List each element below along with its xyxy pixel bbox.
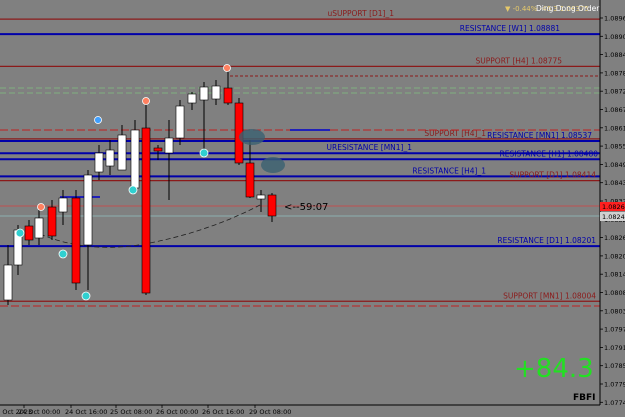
price-tick-label: 1.08610 bbox=[604, 124, 625, 132]
price-tick-label: 1.08085 bbox=[604, 289, 625, 297]
time-axis: 23 Oct 202324 Oct 00:0024 Oct 16:0025 Oc… bbox=[0, 404, 600, 416]
bull-candle bbox=[94, 152, 104, 173]
price-tick-label: 1.08030 bbox=[604, 307, 625, 315]
bear-candle bbox=[223, 87, 233, 104]
price-tick-label: 1.07855 bbox=[604, 362, 625, 370]
indicator-title: Ding Dong Order bbox=[536, 4, 600, 13]
bull-candle bbox=[187, 93, 197, 104]
price-tick-label: 1.08145 bbox=[604, 271, 625, 279]
level-label: RESISTANCE [W1] 1.08881 bbox=[460, 24, 560, 33]
price-tick-label: 1.08550 bbox=[604, 143, 625, 151]
price-tick-label: 1.07910 bbox=[604, 344, 625, 352]
price-axis: 1.08960 1.08900 1.08845 1.08785 1.08725 1.086… bbox=[599, 0, 625, 417]
bull-candle bbox=[164, 137, 174, 154]
price-tick-label: 1.08725 bbox=[604, 88, 625, 96]
bear-candle bbox=[71, 197, 81, 284]
level-label: RESISTANCE [H1] 1.08480 bbox=[500, 149, 599, 158]
level-label: SUPPORT [MN1] 1.08004 bbox=[503, 291, 596, 300]
level-label: SUPPORT [H4] 1.08775 bbox=[476, 56, 563, 65]
shadow-blob bbox=[261, 157, 285, 173]
price-tick-label: 1.07970 bbox=[604, 326, 625, 334]
price-tick-label: 1.08900 bbox=[604, 33, 625, 41]
signal-marker bbox=[81, 291, 91, 301]
bull-candle bbox=[3, 264, 13, 301]
level-label: RESISTANCE [D1] 1.08201 bbox=[497, 236, 596, 245]
current-price-label: 1.08260 bbox=[602, 203, 625, 211]
price-tick-label: 1.08785 bbox=[604, 69, 625, 77]
price-tick-label: 1.08960 bbox=[604, 15, 625, 23]
time-tick-label: 24 Oct 00:00 bbox=[18, 408, 60, 416]
bull-candle bbox=[211, 85, 221, 100]
time-tick-label: 26 Oct 00:00 bbox=[156, 408, 198, 416]
price-tick-label: 1.08670 bbox=[604, 106, 625, 114]
time-tick-label: 25 Oct 08:00 bbox=[110, 408, 152, 416]
shadow-blob bbox=[239, 129, 265, 145]
time-tick-label: 29 Oct 08:00 bbox=[249, 408, 291, 416]
profit-number: +84.3 bbox=[514, 354, 594, 384]
signal-marker bbox=[15, 228, 25, 238]
bull-candle bbox=[175, 105, 185, 139]
time-tick-label: 24 Oct 16:00 bbox=[65, 408, 107, 416]
fractal-marker bbox=[37, 203, 45, 211]
signal-marker bbox=[128, 185, 138, 195]
price-tick-label: 1.07795 bbox=[604, 381, 625, 389]
bull-candle bbox=[58, 197, 68, 213]
level-label: RESISTANCE [MN1] 1.08537 bbox=[487, 131, 592, 140]
bull-candle bbox=[105, 149, 115, 167]
signal-marker bbox=[199, 148, 209, 158]
price-tick-label: 1.08845 bbox=[604, 51, 625, 59]
watermark-logo: FBFI bbox=[573, 393, 596, 403]
level-label: RESISTANCE [H4]_1 bbox=[412, 166, 486, 175]
bull-candle bbox=[256, 194, 266, 200]
bid-price-label: 1.08242 bbox=[602, 213, 625, 221]
bear-candle bbox=[47, 206, 57, 237]
level-label: URESISTANCE [MN1]_1 bbox=[327, 143, 413, 152]
bull-candle bbox=[117, 134, 127, 171]
bear-candle bbox=[267, 194, 277, 217]
bear-candle bbox=[24, 225, 34, 241]
price-tick-label: 1.08260 bbox=[604, 234, 625, 242]
price-tick-label: 1.07740 bbox=[604, 399, 625, 407]
bear-candle bbox=[153, 147, 163, 152]
bull-candle bbox=[83, 174, 93, 246]
level-label: uSUPPORT [D1]_1 bbox=[327, 9, 394, 18]
chart-window[interactable]: uSUPPORT [D1]_1 RESISTANCE [W1] 1.08881 SU… bbox=[0, 0, 625, 417]
bull-candle bbox=[199, 86, 209, 101]
level-label: SUPPORT [D1] 1.08414 bbox=[509, 171, 596, 180]
time-tick-label: 26 Oct 16:00 bbox=[202, 408, 244, 416]
price-tick-label: 1.08200 bbox=[604, 252, 625, 260]
bear-candle bbox=[141, 127, 151, 294]
fractal-marker bbox=[94, 116, 102, 124]
bull-candle bbox=[130, 129, 140, 189]
bull-candle bbox=[34, 217, 44, 239]
signal-marker bbox=[58, 249, 68, 259]
bear-candle bbox=[245, 162, 255, 198]
fractal-marker bbox=[223, 64, 231, 72]
price-tick-label: 1.08495 bbox=[604, 161, 625, 169]
candle-countdown: <--59:07 bbox=[284, 202, 329, 213]
fractal-marker bbox=[142, 97, 150, 105]
price-tick-label: 1.08435 bbox=[604, 179, 625, 187]
